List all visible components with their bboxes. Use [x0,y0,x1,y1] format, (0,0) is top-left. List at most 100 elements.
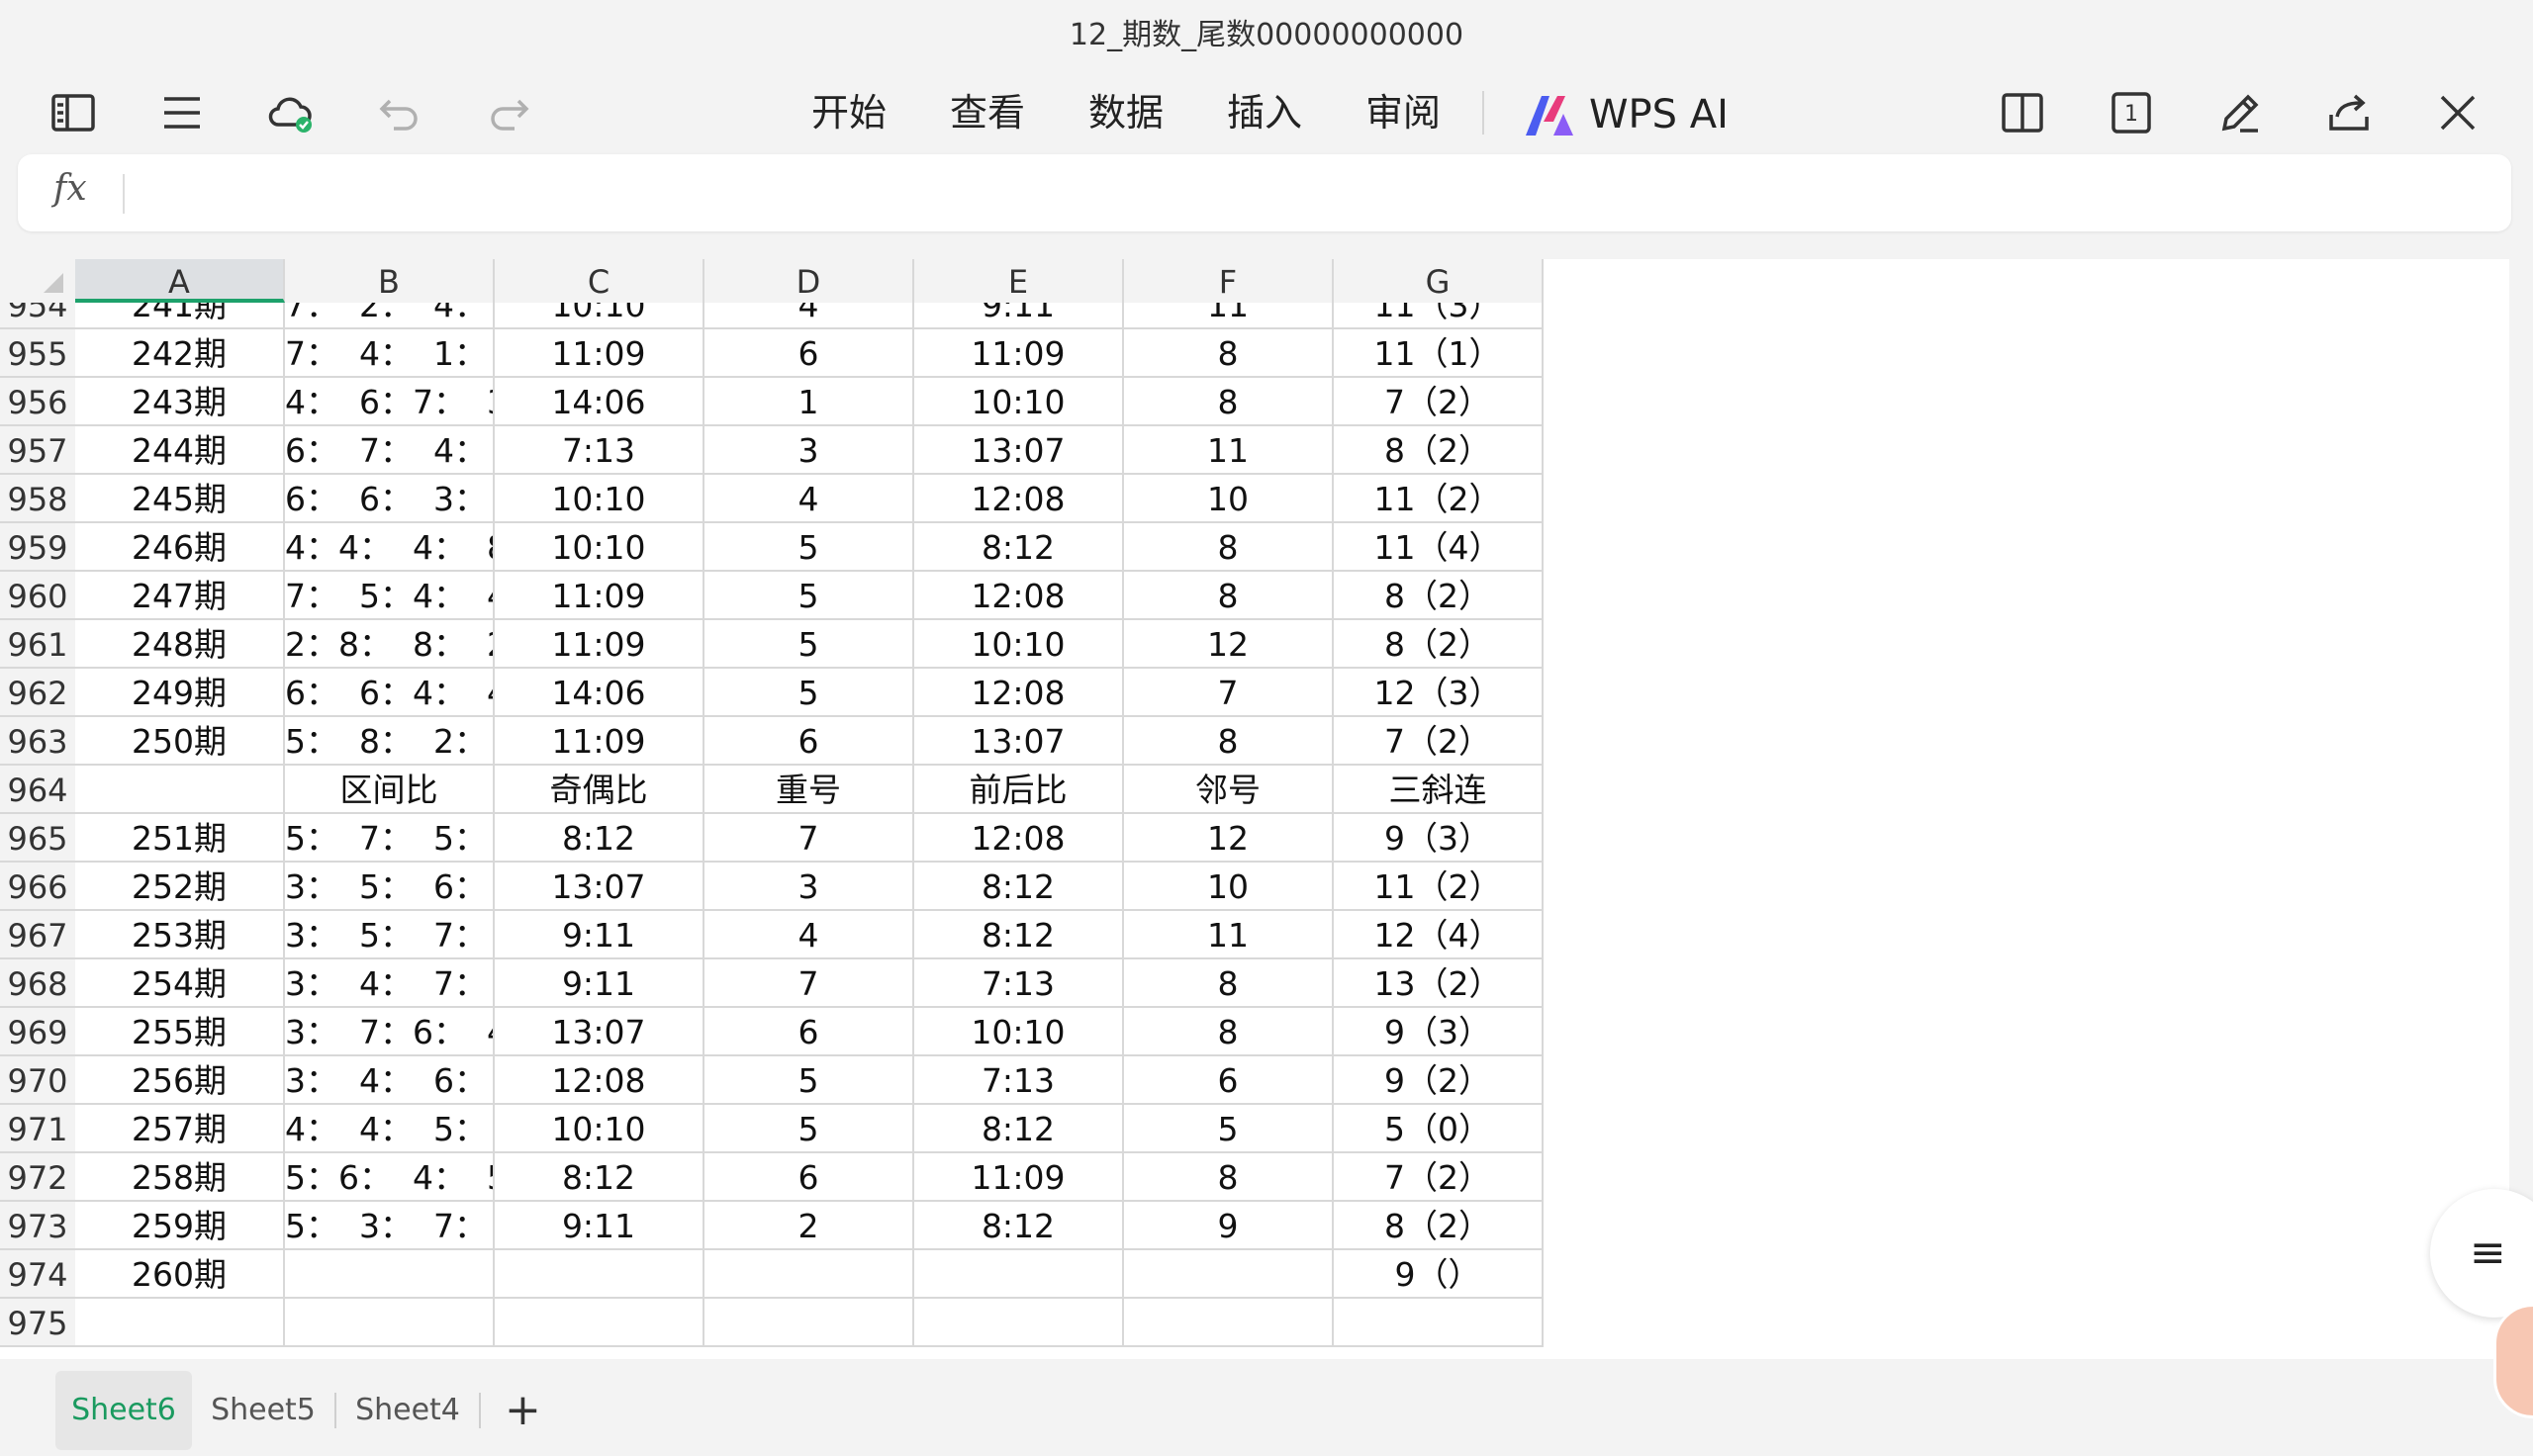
cell-b-957[interactable]: 6： 7： 4： 3 [285,426,495,475]
cell-d-975[interactable] [704,1299,914,1347]
cell-e-973[interactable]: 8:12 [914,1202,1124,1250]
cell-a-965[interactable]: 251期 [75,814,285,863]
cell-c-968[interactable]: 9:11 [495,959,704,1008]
cell-g-971[interactable]: 5（0） [1334,1105,1544,1153]
cell-c-956[interactable]: 14:06 [495,378,704,426]
cell-b-973[interactable]: 5： 3： 7： 5 [285,1202,495,1250]
cell-g-962[interactable]: 12（3） [1334,669,1544,717]
cell-a-956[interactable]: 243期 [75,378,285,426]
cell-d-969[interactable]: 6 [704,1008,914,1056]
cell-a-967[interactable]: 253期 [75,911,285,959]
row-header[interactable]: 960 [0,572,75,620]
cell-g-960[interactable]: 8（2） [1334,572,1544,620]
cell-e-968[interactable]: 7:13 [914,959,1124,1008]
cell-g-961[interactable]: 8（2） [1334,620,1544,669]
row-header[interactable]: 966 [0,863,75,911]
row-header[interactable]: 956 [0,378,75,426]
row-header[interactable]: 972 [0,1153,75,1202]
cell-f-971[interactable]: 5 [1124,1105,1334,1153]
column-header-g[interactable]: G [1334,259,1544,303]
cell-a-955[interactable]: 242期 [75,329,285,378]
cell-c-969[interactable]: 13:07 [495,1008,704,1056]
cell-f-964[interactable]: 邻号 [1124,766,1334,814]
cell-d-968[interactable]: 7 [704,959,914,1008]
row-header[interactable]: 970 [0,1056,75,1105]
cell-b-966[interactable]: 3： 5： 6： 6 [285,863,495,911]
cell-d-956[interactable]: 1 [704,378,914,426]
cell-d-967[interactable]: 4 [704,911,914,959]
cell-f-958[interactable]: 10 [1124,475,1334,523]
cell-c-960[interactable]: 11:09 [495,572,704,620]
cell-e-961[interactable]: 10:10 [914,620,1124,669]
cell-g-966[interactable]: 11（2） [1334,863,1544,911]
cell-b-974[interactable] [285,1250,495,1299]
cell-b-962[interactable]: 6： 6：4： 4 [285,669,495,717]
column-header-a[interactable]: A [75,259,285,303]
column-header-c[interactable]: C [495,259,704,303]
cell-f-965[interactable]: 12 [1124,814,1334,863]
cell-d-974[interactable] [704,1250,914,1299]
cell-a-958[interactable]: 245期 [75,475,285,523]
column-header-b[interactable]: B [285,259,495,303]
wps-ai-button[interactable]: WPS AI [1524,83,1729,146]
cell-g-963[interactable]: 7（2） [1334,717,1544,766]
cell-c-955[interactable]: 11:09 [495,329,704,378]
cell-g-973[interactable]: 8（2） [1334,1202,1544,1250]
row-header[interactable]: 968 [0,959,75,1008]
cell-e-962[interactable]: 12:08 [914,669,1124,717]
cell-b-955[interactable]: 7： 4： 1： 8 [285,329,495,378]
cell-d-971[interactable]: 5 [704,1105,914,1153]
cell-g-967[interactable]: 12（4） [1334,911,1544,959]
cell-e-959[interactable]: 8:12 [914,523,1124,572]
cell-a-961[interactable]: 248期 [75,620,285,669]
formula-input[interactable] [146,154,2491,231]
cell-c-965[interactable]: 8:12 [495,814,704,863]
cell-c-963[interactable]: 11:09 [495,717,704,766]
cell-d-959[interactable]: 5 [704,523,914,572]
cell-a-968[interactable]: 254期 [75,959,285,1008]
cell-f-955[interactable]: 8 [1124,329,1334,378]
cell-e-969[interactable]: 10:10 [914,1008,1124,1056]
cell-g-964[interactable]: 三斜连 [1334,766,1544,814]
spreadsheet-grid[interactable]: A B C D E F G 954 241期 7： 2： 4：7 10:10 4 9:11 11 11（3）… [0,259,2509,1359]
menu-icon[interactable] [150,81,214,144]
cell-g-965[interactable]: 9（3） [1334,814,1544,863]
cell-f-963[interactable]: 8 [1124,717,1334,766]
cell-g-972[interactable]: 7（2） [1334,1153,1544,1202]
row-header[interactable]: 967 [0,911,75,959]
cell-a-975[interactable] [75,1299,285,1347]
cell-b-970[interactable]: 3： 4： 6： 7 [285,1056,495,1105]
row-header[interactable]: 975 [0,1299,75,1347]
row-header[interactable]: 957 [0,426,75,475]
cell-f-956[interactable]: 8 [1124,378,1334,426]
cell-d-965[interactable]: 7 [704,814,914,863]
cell-a-962[interactable]: 249期 [75,669,285,717]
cell-a-974[interactable]: 260期 [75,1250,285,1299]
cell-b-959[interactable]: 4：4： 4： 8 [285,523,495,572]
cell-e-957[interactable]: 13:07 [914,426,1124,475]
row-header[interactable]: 969 [0,1008,75,1056]
pen-icon[interactable] [2208,81,2272,144]
cell-b-971[interactable]: 4： 4： 5： 7 [285,1105,495,1153]
cell-g-970[interactable]: 9（2） [1334,1056,1544,1105]
cell-d-958[interactable]: 4 [704,475,914,523]
cell-b-963[interactable]: 5： 8： 2： 5 [285,717,495,766]
row-header[interactable]: 962 [0,669,75,717]
assistant-avatar[interactable] [2493,1304,2533,1418]
undo-icon[interactable] [368,81,431,144]
cell-d-963[interactable]: 6 [704,717,914,766]
cell-f-960[interactable]: 8 [1124,572,1334,620]
column-header-d[interactable]: D [704,259,914,303]
cell-f-967[interactable]: 11 [1124,911,1334,959]
cell-f-970[interactable]: 6 [1124,1056,1334,1105]
cell-f-968[interactable]: 8 [1124,959,1334,1008]
column-header-e[interactable]: E [914,259,1124,303]
cell-e-956[interactable]: 10:10 [914,378,1124,426]
cell-f-973[interactable]: 9 [1124,1202,1334,1250]
cell-a-969[interactable]: 255期 [75,1008,285,1056]
cell-e-974[interactable] [914,1250,1124,1299]
cell-e-971[interactable]: 8:12 [914,1105,1124,1153]
cell-d-964[interactable]: 重号 [704,766,914,814]
cell-f-962[interactable]: 7 [1124,669,1334,717]
cell-b-960[interactable]: 7： 5：4： 4 [285,572,495,620]
